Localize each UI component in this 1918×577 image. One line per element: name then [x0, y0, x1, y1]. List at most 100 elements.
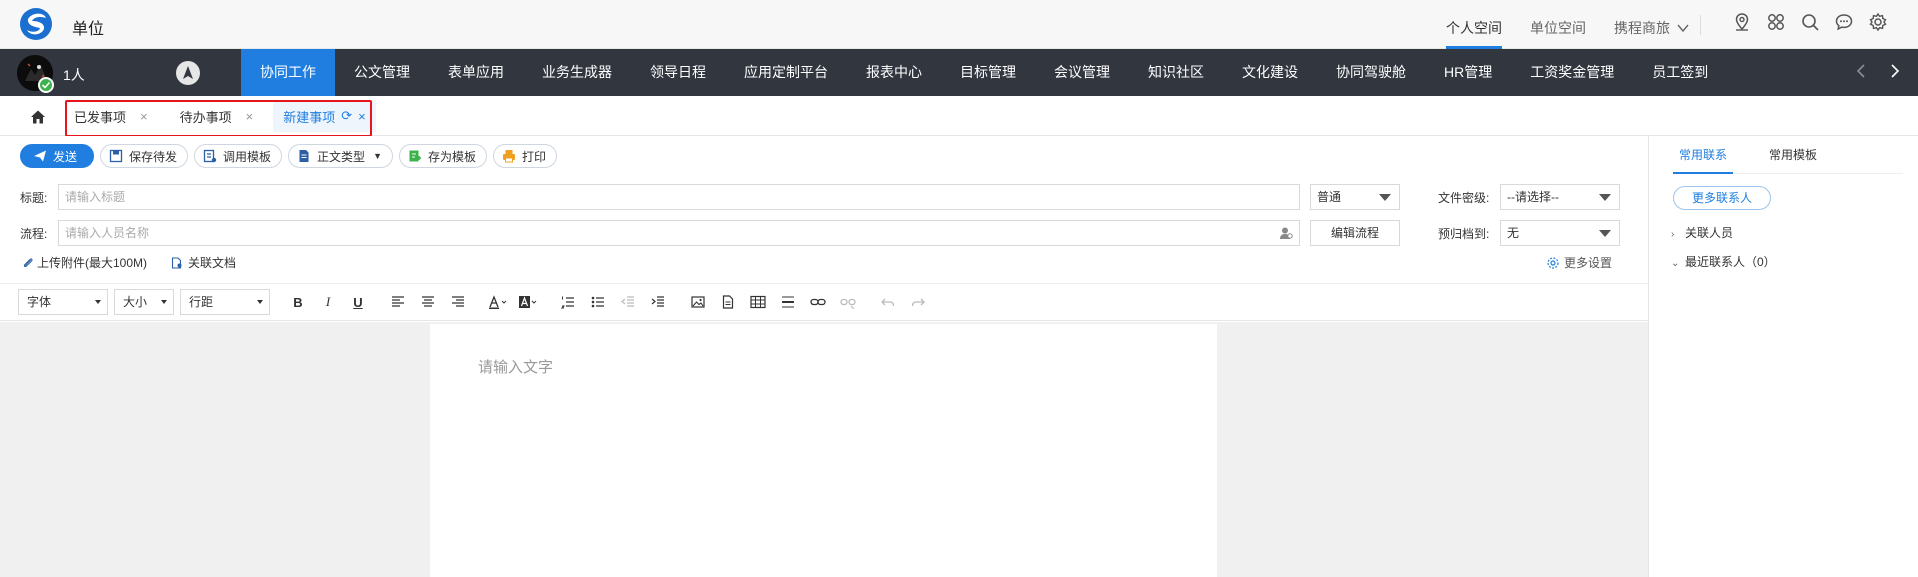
chevron-right-icon: › [1671, 229, 1675, 240]
select-people-icon[interactable] [1279, 226, 1293, 240]
close-icon[interactable]: × [358, 109, 366, 124]
related-doc-link[interactable]: 关联文档 [171, 254, 236, 271]
secret-level-select[interactable]: --请选择-- [1500, 184, 1620, 210]
priority-value: 普通 [1317, 190, 1342, 204]
settings-gear-icon[interactable] [1868, 12, 1888, 32]
recent-contacts-label: 最近联系人（0） [1685, 255, 1776, 269]
tab-sent-items[interactable]: 已发事项 × [64, 96, 158, 136]
compass-icon[interactable] [176, 61, 200, 85]
more-contacts-button[interactable]: 更多联系人 [1673, 186, 1772, 210]
save-as-template-button[interactable]: 存为模板 [398, 144, 487, 168]
ordered-list-icon [561, 296, 574, 309]
highlight-color-button[interactable] [516, 290, 540, 314]
align-left-button[interactable] [386, 290, 410, 314]
file-icon [722, 295, 734, 309]
nav-item-knowledge[interactable]: 知识社区 [1129, 49, 1223, 96]
insert-image-button[interactable] [686, 290, 710, 314]
underline-button[interactable]: U [346, 290, 370, 314]
highlight-color-icon [519, 296, 537, 308]
nav-item-hr[interactable]: HR管理 [1425, 49, 1511, 96]
archive-select[interactable]: 无 [1500, 220, 1620, 246]
tab-label: 新建事项 [283, 109, 336, 125]
chevron-down-icon[interactable] [1676, 21, 1690, 35]
save-draft-button[interactable]: 保存待发 [100, 144, 189, 168]
nav-item-report-center[interactable]: 报表中心 [847, 49, 941, 96]
location-icon[interactable] [1732, 12, 1752, 32]
nav-item-checkin[interactable]: 员工签到 [1633, 49, 1727, 96]
nav-item-culture[interactable]: 文化建设 [1223, 49, 1317, 96]
align-right-icon [452, 296, 464, 307]
font-size-select[interactable]: 大小 [114, 289, 174, 315]
insert-table-button[interactable] [746, 290, 770, 314]
link-ctrip[interactable]: 携程商旅 [1600, 0, 1674, 49]
upload-attachment-link[interactable]: 上传附件(最大100M) [22, 254, 147, 271]
chevron-down-icon: ⌄ [1671, 258, 1680, 269]
bullet-list-button[interactable] [586, 290, 610, 314]
flow-row: 流程: 请输入人员名称 编辑流程 预归档到: 无 [20, 220, 1620, 246]
font-family-value: 字体 [27, 295, 52, 309]
chevron-left-icon[interactable] [1852, 61, 1870, 81]
editor-toolbar: 字体 大小 行距 B I U [0, 283, 1648, 321]
nav-item-payroll[interactable]: 工资奖金管理 [1511, 49, 1633, 96]
chevron-right-icon[interactable] [1886, 61, 1904, 81]
flow-label: 流程: [20, 226, 48, 241]
more-settings-link[interactable]: 更多设置 [1546, 254, 1612, 271]
nav-user-label[interactable]: 1人 [63, 65, 85, 85]
align-right-button[interactable] [446, 290, 470, 314]
tab-frequent-templates[interactable]: 常用模板 [1763, 136, 1823, 173]
tab-new-item[interactable]: 新建事项 ⟳ × [273, 100, 376, 132]
search-icon[interactable] [1800, 12, 1820, 32]
apps-grid-icon[interactable] [1766, 12, 1786, 32]
archive-label: 预归档到: [1438, 226, 1490, 241]
indent-button[interactable] [646, 290, 670, 314]
tree-recent-contacts[interactable]: ⌄ 最近联系人（0） [1671, 253, 1776, 270]
refresh-icon[interactable]: ⟳ [341, 108, 352, 124]
archive-value: 无 [1507, 226, 1520, 240]
close-icon[interactable]: × [246, 109, 254, 124]
undo-button[interactable] [876, 290, 900, 314]
link-unit-space[interactable]: 单位空间 [1516, 0, 1600, 49]
ordered-list-button[interactable] [556, 290, 580, 314]
edit-flow-button[interactable]: 编辑流程 [1310, 220, 1400, 246]
outdent-button[interactable] [616, 290, 640, 314]
font-color-button[interactable] [486, 290, 510, 314]
remove-link-button[interactable] [836, 290, 860, 314]
tab-todo-items[interactable]: 待办事项 × [170, 96, 264, 136]
bold-button[interactable]: B [286, 290, 310, 314]
upload-label: 上传附件(最大100M) [37, 256, 148, 270]
nav-item-meeting-mgmt[interactable]: 会议管理 [1035, 49, 1129, 96]
redo-button[interactable] [906, 290, 930, 314]
nav-item-form-apps[interactable]: 表单应用 [429, 49, 523, 96]
link-personal-space[interactable]: 个人空间 [1432, 0, 1516, 49]
horizontal-rule-button[interactable] [776, 290, 800, 314]
close-icon[interactable]: × [140, 109, 148, 124]
print-button[interactable]: 打印 [493, 144, 558, 168]
insert-file-button[interactable] [716, 290, 740, 314]
line-height-select[interactable]: 行距 [180, 289, 270, 315]
tree-related-people[interactable]: › 关联人员 [1671, 224, 1733, 241]
doc-type-dropdown[interactable]: 正文类型 ▼ [288, 144, 393, 168]
nav-item-goal-mgmt[interactable]: 目标管理 [941, 49, 1035, 96]
send-button[interactable]: 发送 [20, 144, 95, 168]
caret-down-icon [1379, 194, 1391, 201]
nav-item-leader-schedule[interactable]: 领导日程 [631, 49, 725, 96]
nav-item-collaboration[interactable]: 协同工作 [241, 49, 335, 96]
flow-input[interactable]: 请输入人员名称 [58, 220, 1300, 246]
nav-item-cockpit[interactable]: 协同驾驶舱 [1317, 49, 1425, 96]
document-body[interactable]: 请输入文字 [430, 324, 1217, 577]
insert-link-button[interactable] [806, 290, 830, 314]
use-template-button[interactable]: 调用模板 [194, 144, 283, 168]
send-label: 发送 [53, 149, 78, 164]
home-icon[interactable] [30, 109, 46, 125]
tab-frequent-contacts[interactable]: 常用联系 [1673, 136, 1734, 174]
message-icon[interactable] [1834, 12, 1854, 32]
nav-item-app-platform[interactable]: 应用定制平台 [725, 49, 847, 96]
align-center-button[interactable] [416, 290, 440, 314]
nav-item-biz-generator[interactable]: 业务生成器 [523, 49, 631, 96]
nav-item-official-docs[interactable]: 公文管理 [335, 49, 429, 96]
italic-button[interactable]: I [316, 290, 340, 314]
priority-select[interactable]: 普通 [1310, 184, 1400, 210]
unlink-icon [840, 298, 856, 309]
title-input[interactable]: 请输入标题 [58, 184, 1300, 210]
font-family-select[interactable]: 字体 [18, 289, 108, 315]
